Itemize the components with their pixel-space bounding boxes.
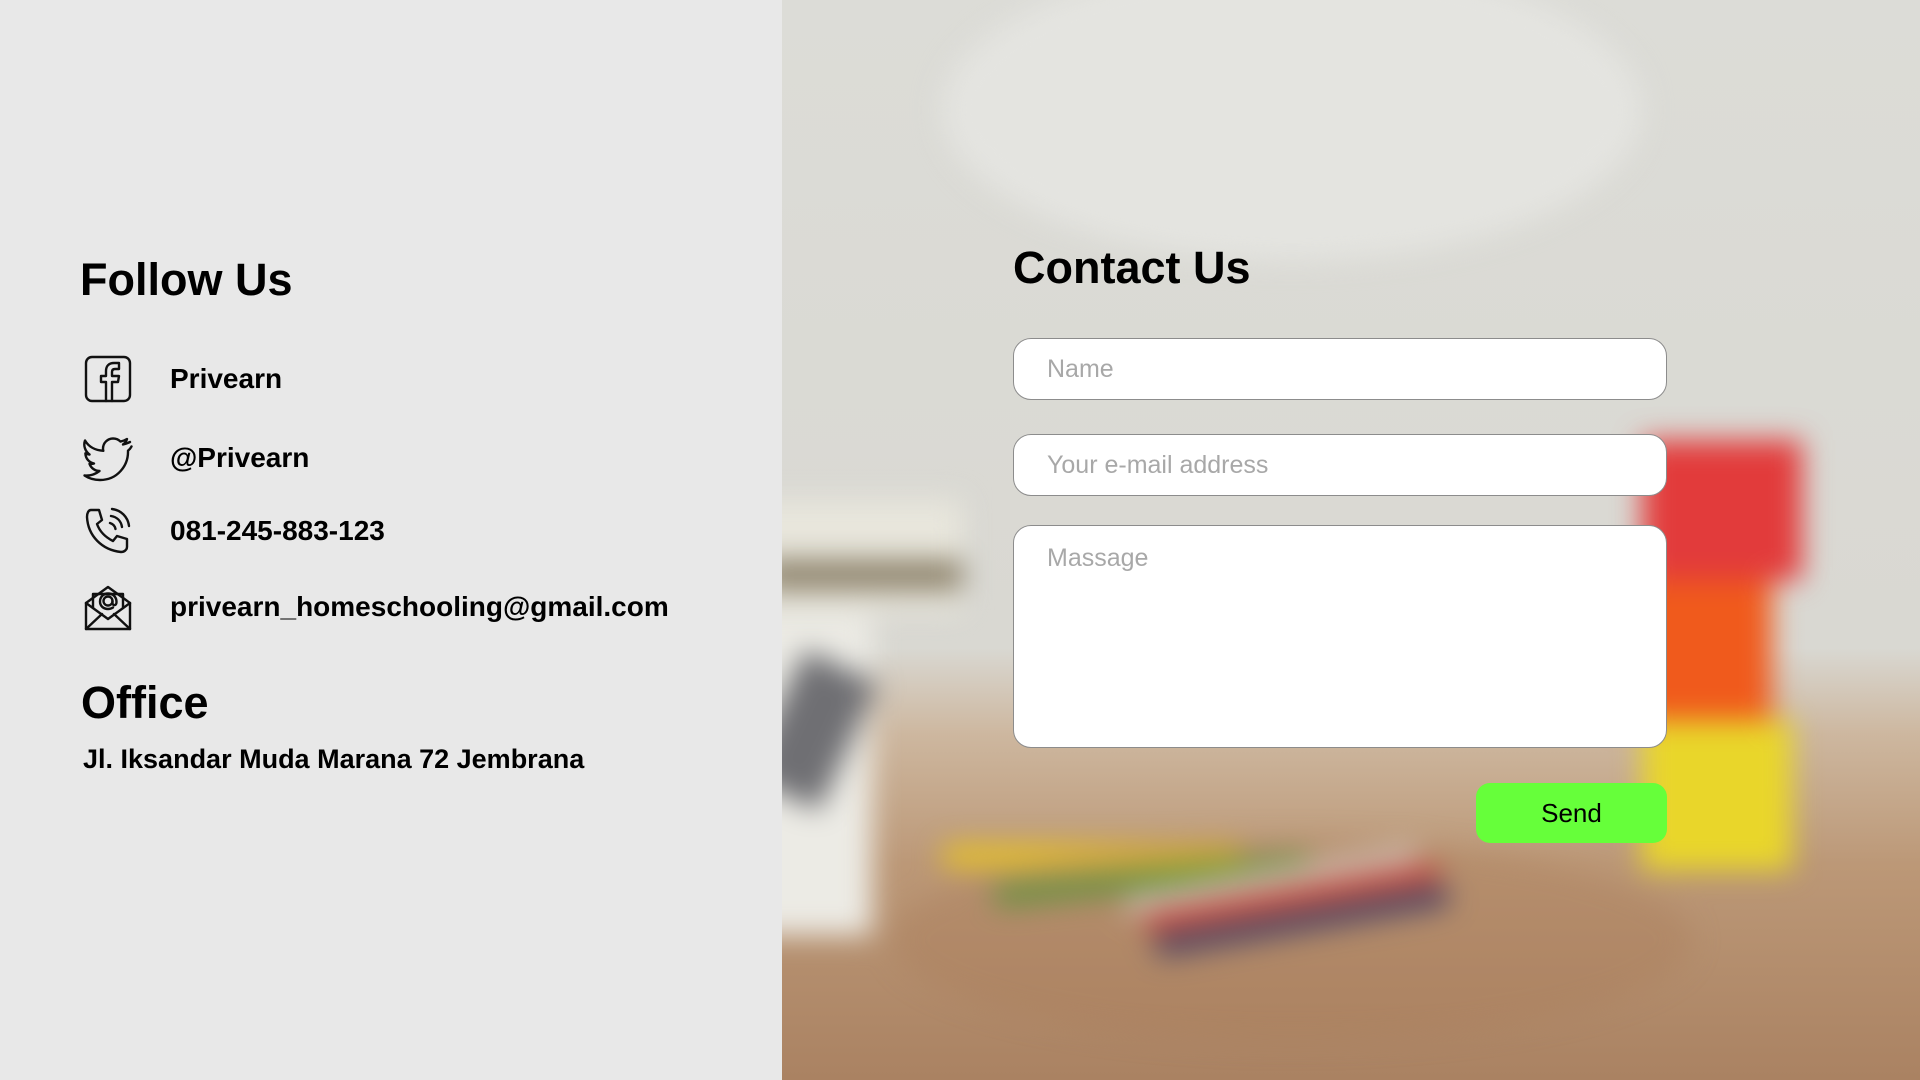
contact-page: Follow Us Privearn @Privearn 081-245-883… — [0, 0, 1920, 1080]
name-input[interactable] — [1013, 338, 1667, 400]
twitter-icon — [80, 430, 136, 486]
contact-us-heading: Contact Us — [1013, 242, 1251, 293]
email-label: privearn_homeschooling@gmail.com — [170, 591, 669, 622]
phone-link[interactable]: 081-245-883-123 — [80, 503, 385, 559]
phone-label: 081-245-883-123 — [170, 515, 385, 546]
send-button[interactable]: Send — [1476, 783, 1667, 843]
email-link[interactable]: privearn_homeschooling@gmail.com — [80, 579, 669, 635]
office-heading: Office — [81, 677, 209, 728]
message-textarea[interactable] — [1013, 525, 1667, 748]
twitter-link[interactable]: @Privearn — [80, 430, 309, 486]
facebook-link[interactable]: Privearn — [80, 351, 282, 407]
email-icon — [80, 579, 136, 635]
office-address: Jl. Iksandar Muda Marana 72 Jembrana — [83, 744, 585, 774]
facebook-icon — [80, 351, 136, 407]
twitter-label: @Privearn — [170, 442, 310, 473]
follow-us-heading: Follow Us — [80, 254, 293, 305]
phone-icon — [80, 503, 136, 559]
facebook-label: Privearn — [170, 363, 283, 394]
email-input[interactable] — [1013, 434, 1667, 496]
